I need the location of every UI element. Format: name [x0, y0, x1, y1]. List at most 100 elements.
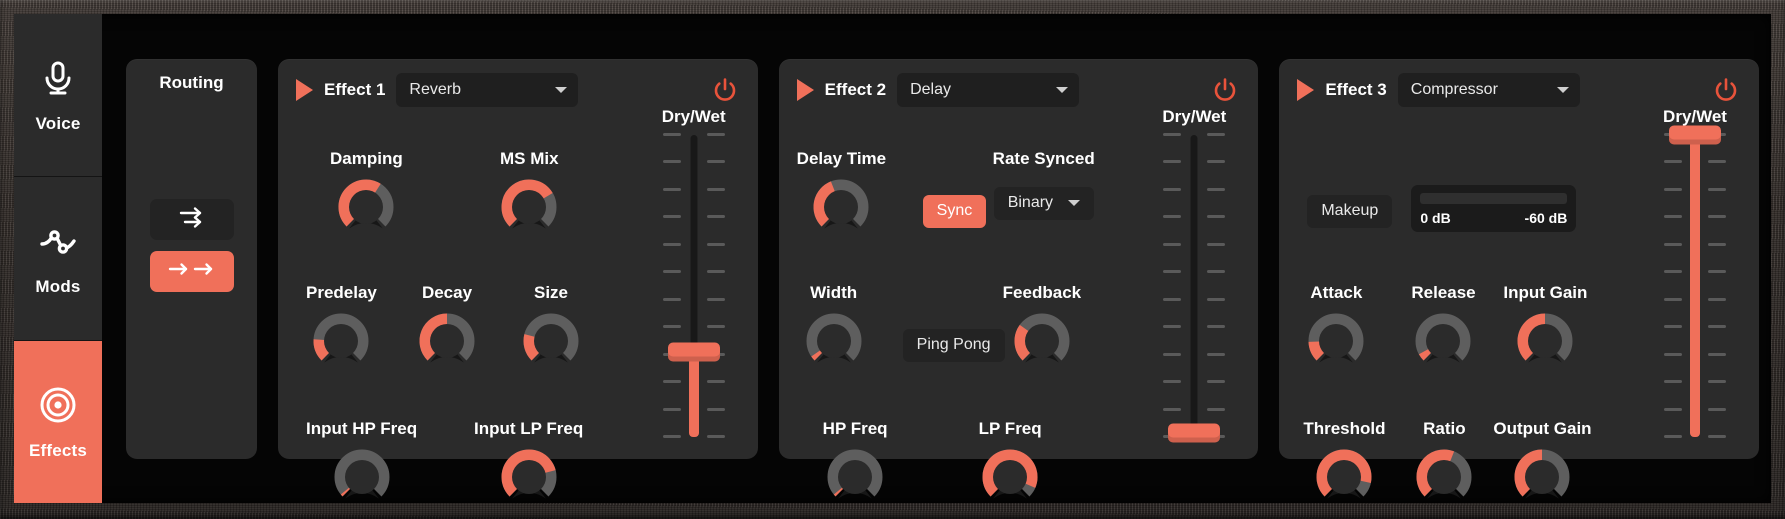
serial-routing-button[interactable] — [149, 250, 234, 292]
effect-type-select[interactable]: Compressor — [1397, 72, 1580, 107]
knob-label: Width — [810, 282, 858, 302]
play-triangle-icon[interactable] — [296, 78, 313, 101]
fader-tick — [1708, 352, 1727, 356]
effect-3-header: Effect 3 Compressor — [1297, 72, 1741, 107]
fader-handle[interactable] — [667, 342, 720, 362]
effect-type-select[interactable]: Delay — [897, 72, 1080, 107]
knob-dial[interactable] — [1315, 448, 1373, 506]
knob-dial[interactable] — [1513, 448, 1571, 506]
ping-pong-button-label: Ping Pong — [916, 336, 991, 353]
knob-dial[interactable] — [500, 178, 558, 236]
knob-dial[interactable] — [1414, 312, 1472, 370]
knob-dial[interactable] — [1516, 312, 1574, 370]
knob-label: Release — [1411, 282, 1476, 302]
fader-tick — [1207, 215, 1226, 219]
sync-button[interactable]: Sync — [922, 194, 987, 228]
meter-min-label: 0 dB — [1420, 209, 1451, 226]
knob-ms-mix[interactable]: MS Mix — [500, 149, 559, 236]
knob-dial[interactable] — [805, 312, 863, 370]
knob-dial[interactable] — [826, 448, 884, 506]
sidebar-item-effects[interactable]: Effects — [14, 340, 102, 503]
knob-dial[interactable] — [500, 448, 558, 506]
fader-tick — [1163, 352, 1182, 356]
knob-dial[interactable] — [522, 312, 580, 370]
fader-tick — [1207, 187, 1226, 191]
meter-scale: 0 dB -60 dB — [1420, 210, 1567, 226]
knob-ratio[interactable]: Ratio — [1415, 419, 1473, 506]
knob-dial[interactable] — [1415, 448, 1473, 506]
fader-tick — [1664, 352, 1683, 356]
fader-tick — [1708, 380, 1727, 384]
power-icon[interactable] — [710, 75, 740, 105]
sidebar-item-voice[interactable]: Voice — [14, 14, 102, 178]
fader-label: Dry/Wet — [661, 106, 726, 126]
knob-dial[interactable] — [312, 312, 370, 370]
knob-predelay[interactable]: Predelay — [306, 283, 377, 370]
knob-output-gain[interactable]: Output Gain — [1493, 419, 1592, 506]
knob-label: MS Mix — [500, 148, 559, 168]
knob-dial[interactable] — [337, 178, 395, 236]
play-triangle-icon[interactable] — [796, 78, 814, 101]
fader-tick — [1708, 407, 1727, 411]
sidebar-item-mods[interactable]: Mods — [14, 177, 102, 341]
fader-tick — [1163, 242, 1182, 246]
rate-synced-select[interactable]: Binary — [993, 186, 1094, 220]
fader-tick — [662, 270, 681, 274]
knob-delay-time[interactable]: Delay Time — [797, 149, 886, 236]
fader-handle[interactable] — [1669, 125, 1722, 144]
drywet-slider[interactable] — [1664, 125, 1727, 438]
fader-tick — [706, 325, 725, 329]
fader-handle[interactable] — [1168, 423, 1221, 443]
knob-input-hp-freq[interactable]: Input HP Freq — [306, 419, 417, 506]
fader-tick — [1163, 407, 1182, 411]
drywet-slider[interactable] — [1163, 133, 1226, 443]
meter-bar — [1420, 192, 1568, 204]
knob-damping[interactable]: Damping — [330, 149, 403, 236]
parallel-routing-button[interactable] — [149, 198, 234, 240]
knob-input-lp-freq[interactable]: Input LP Freq — [474, 419, 583, 506]
knob-lp-freq[interactable]: LP Freq — [979, 419, 1042, 506]
fader-tick — [1664, 435, 1683, 438]
fader-tick — [662, 242, 681, 246]
chevron-down-icon — [1556, 86, 1569, 93]
knob-feedback[interactable]: Feedback — [1003, 283, 1081, 370]
mod-curve-icon — [36, 219, 80, 263]
makeup-button[interactable]: Makeup — [1307, 194, 1393, 228]
power-icon[interactable] — [1210, 75, 1240, 105]
knob-release[interactable]: Release — [1411, 282, 1476, 370]
knob-decay[interactable]: Decay — [418, 283, 476, 370]
ping-pong-button[interactable]: Ping Pong — [902, 328, 1005, 362]
knob-width[interactable]: Width — [805, 283, 863, 370]
makeup-button-label: Makeup — [1321, 202, 1379, 219]
fader-tick — [1163, 270, 1182, 274]
fader-tick — [662, 325, 681, 329]
effect-type-select[interactable]: Reverb — [396, 72, 579, 107]
knob-threshold[interactable]: Threshold — [1303, 419, 1386, 506]
knob-dial[interactable] — [1307, 312, 1365, 370]
knob-input-gain[interactable]: Input Gain — [1503, 283, 1587, 370]
fader-tick — [1163, 380, 1182, 384]
play-triangle-icon[interactable] — [1297, 78, 1315, 101]
sync-button-label: Sync — [936, 202, 973, 219]
knob-dial[interactable] — [981, 448, 1039, 506]
fader-label: Dry/Wet — [1663, 106, 1727, 126]
fader-tick — [1207, 270, 1226, 274]
fader-tick — [1708, 187, 1727, 191]
knob-hp-freq[interactable]: HP Freq — [823, 419, 888, 506]
fader-tick — [1163, 215, 1182, 219]
drywet-slider[interactable] — [662, 133, 725, 438]
effect-3-body: Makeup 0 dB -60 dB Attack Release Input … — [1297, 106, 1741, 499]
effect-2-panel: Effect 2 Delay Delay Time Sync Rate Sync… — [778, 58, 1259, 499]
fader-tick — [1664, 215, 1683, 219]
power-icon[interactable] — [1711, 75, 1741, 105]
knob-label: Predelay — [306, 282, 377, 302]
fader-tick — [662, 133, 681, 136]
knob-dial[interactable] — [1013, 312, 1071, 370]
knob-dial[interactable] — [812, 178, 870, 236]
knob-dial[interactable] — [333, 448, 391, 506]
knob-size[interactable]: Size — [522, 283, 580, 370]
knob-attack[interactable]: Attack — [1307, 283, 1365, 370]
knob-dial[interactable] — [418, 312, 476, 370]
effect-1-drywet: Dry/Wet — [648, 106, 740, 438]
knob-label: HP Freq — [822, 418, 888, 438]
